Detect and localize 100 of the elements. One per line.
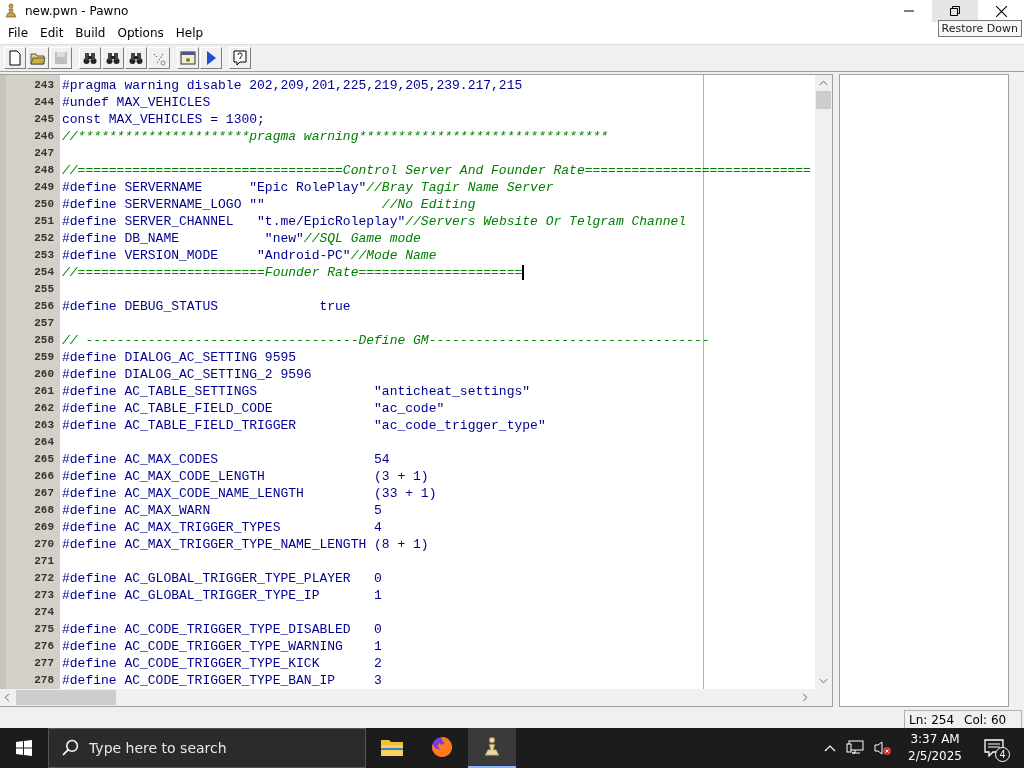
line-number: 254 xyxy=(34,265,55,280)
line-number: 278 xyxy=(34,673,55,688)
line-number: 255 xyxy=(34,282,55,297)
binoculars-icon xyxy=(128,50,144,66)
restore-icon xyxy=(950,6,960,16)
restore-button[interactable] xyxy=(932,0,978,22)
line-number: 259 xyxy=(34,350,55,365)
code-line: #define VERSION_MODE "Android-PC"//Mode Name xyxy=(62,247,437,264)
line-number: 256 xyxy=(34,299,55,314)
line-number: 248 xyxy=(34,163,55,178)
menu-item[interactable]: File xyxy=(2,26,35,40)
line-number: 266 xyxy=(34,469,55,484)
line-number: 274 xyxy=(34,605,55,620)
code-line: #define AC_CODE_TRIGGER_TYPE_KICK 2 xyxy=(62,655,382,672)
line-number: 263 xyxy=(34,418,55,433)
line-number: 247 xyxy=(34,146,55,161)
code-line: #define AC_MAX_TRIGGER_TYPES 4 xyxy=(62,519,382,536)
compile-window-button[interactable] xyxy=(177,47,199,69)
menu-item[interactable]: Help xyxy=(169,26,210,40)
chevron-up-icon[interactable] xyxy=(824,744,837,752)
clock-time[interactable]: 3:37 AM xyxy=(910,731,960,748)
menu-item[interactable]: Build xyxy=(69,26,112,40)
line-number: 246 xyxy=(34,129,55,144)
window-icon xyxy=(180,50,196,66)
code-line: #define DEBUG_STATUS true xyxy=(62,298,351,315)
horizontal-scrollbar[interactable] xyxy=(0,689,832,706)
line-number: 277 xyxy=(34,656,55,671)
page-icon xyxy=(7,50,23,66)
code-line: #define AC_MAX_TRIGGER_TYPE_NAME_LENGTH (8 + 1) xyxy=(62,536,429,553)
menu-item[interactable]: Edit xyxy=(34,26,70,40)
code-line: //**********************pragma warning******************************** xyxy=(62,128,609,145)
binoculars-button[interactable] xyxy=(102,47,124,69)
network-icon[interactable] xyxy=(846,740,865,756)
muted-speaker-icon[interactable] xyxy=(874,740,893,756)
scroll-thumb[interactable] xyxy=(16,690,116,705)
code-line: //==================================Control Server And Founder Rate============================= xyxy=(62,162,811,179)
code-line: #pragma warning disable 202,209,201,225,219,205,239.217,215 xyxy=(62,77,523,94)
line-number: 251 xyxy=(34,214,55,229)
line-number: 271 xyxy=(34,554,55,569)
code-line: #define AC_CODE_TRIGGER_TYPE_BAN_IP 3 xyxy=(62,672,382,689)
code-line: #define AC_CODE_TRIGGER_TYPE_DISABLED 0 xyxy=(62,621,382,638)
goto-button[interactable] xyxy=(148,47,170,69)
line-number: 270 xyxy=(34,537,55,552)
code-line: #define AC_GLOBAL_TRIGGER_TYPE_IP 1 xyxy=(62,587,382,604)
code-line: #define AC_MAX_CODES 54 xyxy=(62,451,390,468)
menu-item[interactable]: Options xyxy=(111,26,170,40)
binoculars-button[interactable] xyxy=(79,47,101,69)
help-button[interactable] xyxy=(229,47,251,69)
line-number: 264 xyxy=(34,435,55,450)
code-line: #define DIALOG_AC_SETTING_2 9596 xyxy=(62,366,312,383)
line-number: 267 xyxy=(34,486,55,501)
notification-button[interactable]: 4 xyxy=(978,733,1010,763)
pawn-icon xyxy=(481,736,503,758)
line-number: 269 xyxy=(34,520,55,535)
pawn-button[interactable] xyxy=(468,728,516,768)
line-number: 268 xyxy=(34,503,55,518)
vertical-scrollbar[interactable] xyxy=(815,75,832,689)
line-number: 245 xyxy=(34,112,55,127)
line-number: 276 xyxy=(34,639,55,654)
taskbar-search-field[interactable]: Type here to search xyxy=(48,728,366,768)
code-line: #define SERVER_CHANNEL "t.me/EpicRoleplay"//Servers Website Or Telgram Channel xyxy=(62,213,687,230)
code-line: #define DB_NAME "new"//SQL Game mode xyxy=(62,230,421,247)
close-icon xyxy=(995,5,1007,17)
message-icon xyxy=(984,739,1004,757)
code-line: #define AC_CODE_TRIGGER_TYPE_WARNING 1 xyxy=(62,638,382,655)
window-title: new.pwn - Pawno xyxy=(25,4,129,18)
new-file-button[interactable] xyxy=(4,47,26,69)
line-number: 260 xyxy=(34,367,55,382)
line-number: 243 xyxy=(34,78,55,93)
code-line: #define AC_GLOBAL_TRIGGER_TYPE_PLAYER 0 xyxy=(62,570,382,587)
open-folder-button[interactable] xyxy=(27,47,49,69)
code-line: #define AC_TABLE_FIELD_TRIGGER "ac_code_trigger_type" xyxy=(62,417,546,434)
scroll-left-icon xyxy=(4,693,10,702)
binoculars-icon xyxy=(82,50,98,66)
line-number: 261 xyxy=(34,384,55,399)
globe-icon xyxy=(430,735,454,759)
clock-date[interactable]: 2/5/2025 xyxy=(908,748,962,765)
code-line: #define SERVERNAME "Epic RolePlay"//Bray Tagir Name Server xyxy=(62,179,554,196)
code-line: #define AC_TABLE_SETTINGS "anticheat_settings" xyxy=(62,383,531,400)
line-number: 262 xyxy=(34,401,55,416)
code-line: #define AC_TABLE_FIELD_CODE "ac_code" xyxy=(62,400,445,417)
help-icon xyxy=(232,50,248,66)
line-number: 257 xyxy=(34,316,55,331)
notification-count: 4 xyxy=(995,747,1010,762)
code-line: #define DIALOG_AC_SETTING 9595 xyxy=(62,349,297,366)
scroll-down-icon xyxy=(819,678,828,684)
code-line: #undef MAX_VEHICLES xyxy=(62,94,211,111)
code-line: //========================Founder Rate===================== xyxy=(62,264,523,281)
scroll-thumb[interactable] xyxy=(816,91,831,109)
folder-icon xyxy=(380,737,404,757)
code-line: #define AC_MAX_CODE_NAME_LENGTH (33 + 1) xyxy=(62,485,437,502)
line-number: 253 xyxy=(34,248,55,263)
line-number: 275 xyxy=(34,622,55,637)
binoculars-button[interactable] xyxy=(125,47,147,69)
column-indicator: Col: 60 xyxy=(964,712,1007,727)
folder-icon xyxy=(30,50,46,66)
pawn-icon xyxy=(3,3,19,19)
line-number: 249 xyxy=(34,180,55,195)
line-number: 265 xyxy=(34,452,55,467)
run-button[interactable] xyxy=(200,47,222,69)
